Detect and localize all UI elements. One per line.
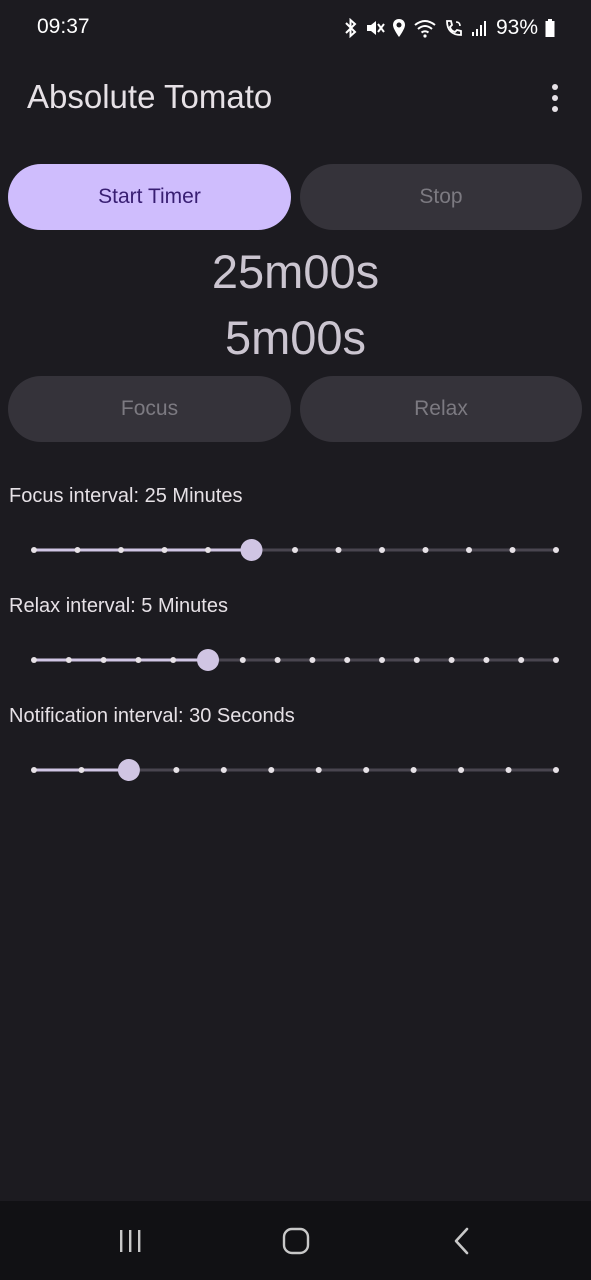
- location-icon: [392, 18, 406, 38]
- stop-button[interactable]: Stop: [300, 164, 582, 230]
- slider-tick: [31, 547, 37, 553]
- slider-tick: [505, 767, 512, 773]
- notification-interval-label: Notification interval: 30 Seconds: [9, 705, 295, 727]
- slider-thumb[interactable]: [117, 759, 140, 781]
- back-icon: [454, 1227, 469, 1255]
- slider-tick: [466, 547, 472, 553]
- home-button[interactable]: [266, 1219, 326, 1263]
- slider-tick: [161, 547, 168, 553]
- status-time: 09:37: [37, 15, 90, 38]
- slider-tick: [118, 547, 124, 553]
- relax-interval-label: Relax interval: 5 Minutes: [9, 595, 228, 617]
- slider-tick: [268, 767, 275, 773]
- recents-icon: [120, 1230, 141, 1252]
- slider-tick: [74, 547, 81, 553]
- more-vert-icon: [552, 84, 558, 112]
- slider-tick: [410, 767, 417, 773]
- back-button[interactable]: [432, 1219, 492, 1263]
- home-icon: [282, 1227, 310, 1255]
- focus-timer-display: 25m00s: [211, 245, 380, 298]
- relax-button[interactable]: Relax: [300, 376, 582, 442]
- slider-tick: [125, 767, 132, 773]
- focus-button[interactable]: Focus: [8, 376, 291, 442]
- bluetooth-icon: [344, 18, 358, 38]
- slider-tick: [78, 767, 85, 773]
- slider-tick: [292, 547, 298, 553]
- slider-tick: [553, 767, 559, 773]
- battery-percentage: 93%: [495, 16, 538, 39]
- slider-tick: [335, 547, 342, 553]
- slider-tick: [248, 547, 255, 553]
- slider-tick: [173, 767, 180, 773]
- status-icons: 93%: [344, 13, 555, 43]
- slider-tick: [31, 657, 37, 663]
- app-screen: 09:37 93% Absolute Tomato Start Timer St…: [0, 0, 591, 1280]
- slider-tick: [239, 657, 246, 663]
- slider-tick: [553, 547, 559, 553]
- start-timer-button[interactable]: Start Timer: [8, 164, 291, 230]
- slider-tick: [483, 657, 490, 663]
- slider-tick: [309, 657, 316, 663]
- slider-tick: [170, 657, 177, 663]
- slider-thumb[interactable]: [240, 539, 263, 561]
- slider-tick: [458, 767, 465, 773]
- slider-tick: [100, 657, 107, 663]
- system-nav-bar: [0, 1201, 591, 1280]
- wifi-calling-icon: [444, 18, 464, 38]
- slider-tick: [65, 657, 72, 663]
- app-title: Absolute Tomato: [27, 78, 273, 115]
- slider-tick: [518, 657, 525, 663]
- slider-tick: [205, 547, 211, 553]
- signal-icon: [471, 18, 489, 38]
- slider-tick: [220, 767, 227, 773]
- status-bar: 09:37 93%: [0, 0, 591, 58]
- recents-button[interactable]: [100, 1219, 160, 1263]
- slider-tick: [315, 767, 322, 773]
- battery-icon: [545, 18, 555, 38]
- slider-tick: [379, 657, 385, 663]
- slider-tick: [422, 547, 429, 553]
- slider-tick: [344, 657, 351, 663]
- focus-interval-label: Focus interval: 25 Minutes: [9, 485, 243, 507]
- slider-tick: [413, 657, 420, 663]
- slider-tick: [379, 547, 385, 553]
- overflow-menu-button[interactable]: [538, 78, 572, 118]
- slider-tick: [135, 657, 142, 663]
- slider-tick: [31, 767, 37, 773]
- relax-timer-display: 5m00s: [224, 311, 367, 364]
- slider-tick: [448, 657, 455, 663]
- wifi-icon: [413, 18, 437, 38]
- mute-icon: [365, 18, 385, 38]
- slider-tick: [509, 547, 516, 553]
- slider-tick: [205, 657, 211, 663]
- slider-thumb[interactable]: [197, 649, 219, 671]
- slider-tick: [363, 767, 370, 773]
- slider-tick: [553, 657, 559, 663]
- slider-tick: [274, 657, 281, 663]
